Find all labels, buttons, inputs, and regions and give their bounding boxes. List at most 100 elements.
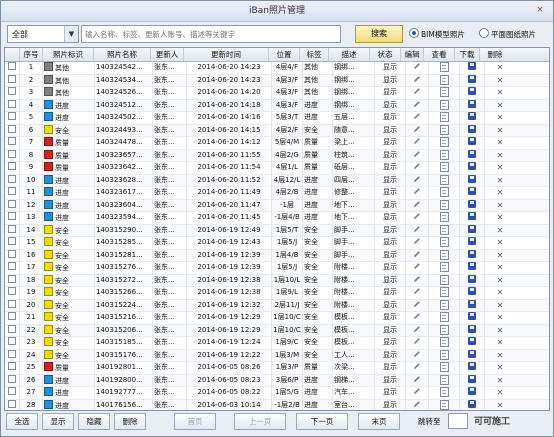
row-checkbox[interactable] [5,124,20,136]
save-disk-icon[interactable] [468,224,476,233]
table-row[interactable]: 18 安全 140315272... 张东... 2014-06-19 12:38 1层1… [5,274,549,287]
select-all-button[interactable]: 全选 [6,413,38,430]
save-disk-icon[interactable] [468,199,476,208]
last-page-button[interactable]: 末页 [358,413,400,430]
delete-x-icon[interactable]: ✕ [497,326,504,335]
document-icon[interactable] [439,287,449,297]
checkbox-icon[interactable] [8,349,16,358]
row-checkbox[interactable] [5,249,20,261]
delete-x-icon[interactable]: ✕ [497,163,504,172]
row-checkbox[interactable] [5,299,20,311]
checkbox-icon[interactable] [8,199,16,208]
pencil-icon[interactable] [413,137,421,145]
pencil-icon[interactable] [413,125,421,133]
pencil-icon[interactable] [413,250,421,258]
document-icon[interactable] [439,137,449,147]
document-icon[interactable] [439,362,449,372]
checkbox-icon[interactable] [8,62,16,70]
pencil-icon[interactable] [413,212,421,220]
checkbox-icon[interactable] [8,224,16,233]
delete-x-icon[interactable]: ✕ [497,88,504,97]
pencil-icon[interactable] [413,87,421,95]
save-disk-icon[interactable] [468,387,476,395]
save-disk-icon[interactable] [468,299,476,308]
search-box[interactable] [81,25,341,43]
document-icon[interactable] [439,99,449,110]
delete-x-icon[interactable]: ✕ [497,276,504,285]
row-checkbox[interactable] [5,312,20,324]
checkbox-icon[interactable] [8,237,16,245]
save-disk-icon[interactable] [468,312,476,320]
pencil-icon[interactable] [413,325,421,333]
table-row[interactable]: 25 质量 140192801... 张东... 2014-06-05 08:26 1层3… [5,362,549,375]
document-icon[interactable] [439,249,449,260]
delete-x-icon[interactable]: ✕ [497,338,504,347]
table-row[interactable]: 21 安全 140315216... 张东... 2014-06-19 12:29 1层1… [5,312,549,325]
row-checkbox[interactable] [5,149,20,161]
show-button[interactable]: 显示 [42,413,74,430]
delete-x-icon[interactable]: ✕ [497,251,504,260]
document-icon[interactable] [439,274,449,285]
row-checkbox[interactable] [5,362,20,374]
table-row[interactable]: 17 安全 140315276... 张东... 2014-06-19 12:39 1层5… [5,262,549,275]
save-disk-icon[interactable] [468,62,476,70]
checkbox-icon[interactable] [8,187,16,195]
delete-x-icon[interactable]: ✕ [497,288,504,297]
checkbox-icon[interactable] [8,74,16,83]
save-disk-icon[interactable] [468,249,476,258]
document-icon[interactable] [439,112,449,122]
checkbox-icon[interactable] [8,324,16,333]
save-disk-icon[interactable] [468,87,476,95]
document-icon[interactable] [439,349,449,360]
document-icon[interactable] [439,324,449,335]
document-icon[interactable] [439,62,449,72]
table-row[interactable]: 2 其他 140324534... 张东... 2014-06-20 14:23 4层3/… [5,74,549,87]
chevron-down-icon[interactable]: ▼ [64,26,78,42]
radio-selected-icon[interactable] [409,28,419,38]
document-icon[interactable] [439,87,449,97]
row-checkbox[interactable] [5,287,20,299]
delete-x-icon[interactable]: ✕ [497,101,504,110]
col-time[interactable]: 更新时间 [184,48,269,61]
col-status[interactable]: 状态 [370,48,401,61]
delete-x-icon[interactable]: ✕ [497,313,504,322]
window-close-icon[interactable]: × [531,4,549,17]
checkbox-icon[interactable] [8,162,16,170]
table-row[interactable]: 13 进度 140323594... 张东... 2014-06-20 11:45 -1层… [5,212,549,225]
pencil-icon[interactable] [413,287,421,295]
document-icon[interactable] [439,262,449,272]
checkbox-icon[interactable] [8,374,16,383]
col-location[interactable]: 位置 [269,48,300,61]
checkbox-icon[interactable] [8,212,16,220]
pencil-icon[interactable] [413,62,421,70]
table-row[interactable]: 9 质量 140323642... 张东... 2014-06-20 11:54 4层1/… [5,162,549,175]
pencil-icon[interactable] [413,75,421,83]
pencil-icon[interactable] [413,237,421,245]
col-name[interactable]: 照片名称 [94,48,151,61]
delete-x-icon[interactable]: ✕ [497,226,504,235]
save-disk-icon[interactable] [468,174,476,183]
pencil-icon[interactable] [413,337,421,345]
checkbox-icon[interactable] [8,87,16,95]
pencil-icon[interactable] [413,162,421,170]
row-checkbox[interactable] [5,99,20,111]
prev-page-button[interactable]: 上一页 [234,413,286,430]
delete-x-icon[interactable]: ✕ [497,188,504,197]
checkbox-icon[interactable] [8,112,16,120]
delete-x-icon[interactable]: ✕ [497,388,504,397]
save-disk-icon[interactable] [468,349,476,358]
first-page-button[interactable]: 首页 [174,413,216,430]
save-disk-icon[interactable] [468,74,476,83]
delete-x-icon[interactable]: ✕ [497,138,504,147]
delete-x-icon[interactable]: ✕ [497,213,504,222]
delete-x-icon[interactable]: ✕ [497,176,504,185]
pencil-icon[interactable] [413,400,421,408]
pencil-icon[interactable] [413,100,421,108]
save-disk-icon[interactable] [468,374,476,383]
checkbox-icon[interactable] [8,174,16,183]
checkbox-icon[interactable] [8,299,16,308]
save-disk-icon[interactable] [468,237,476,245]
pencil-icon[interactable] [413,275,421,283]
pencil-icon[interactable] [413,300,421,308]
row-checkbox[interactable] [5,112,20,124]
